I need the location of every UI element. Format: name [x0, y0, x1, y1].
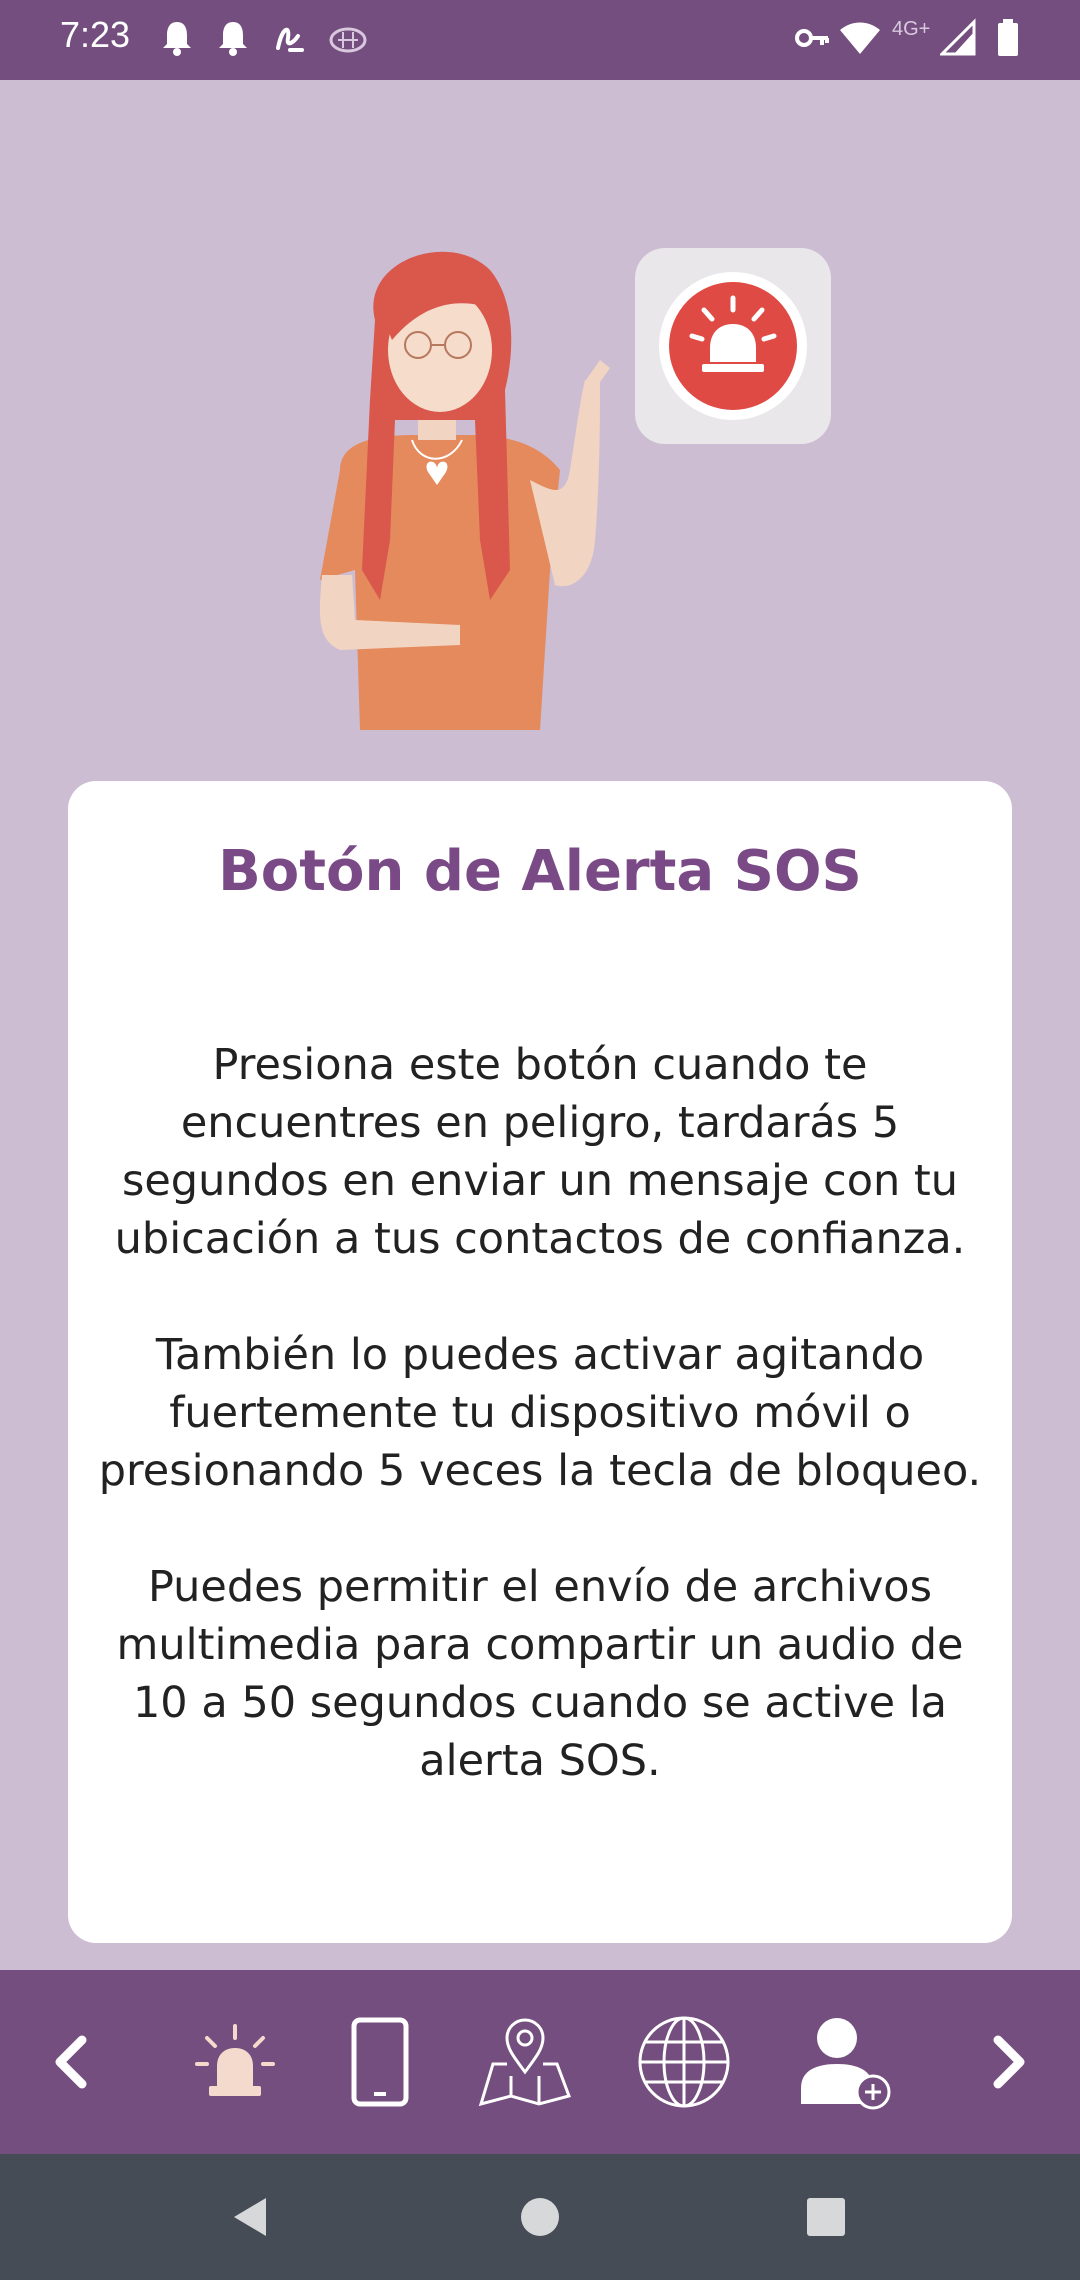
card-body: Presiona este botón cuando te encuentres… [98, 1036, 982, 1848]
recents-square-icon [807, 2198, 845, 2236]
card-title: Botón de Alerta SOS [218, 839, 862, 904]
phone-icon [351, 2017, 409, 2107]
info-card: Botón de Alerta SOS Presiona este botón … [68, 781, 1012, 1943]
back-button[interactable] [190, 2154, 310, 2280]
card-paragraph: También lo puedes activar agitando fuert… [98, 1330, 982, 1496]
home-button[interactable] [480, 2154, 600, 2280]
nav-device[interactable] [330, 1970, 430, 2154]
next-button[interactable] [970, 1970, 1050, 2154]
bell-icon [216, 18, 250, 62]
bottom-nav [0, 1970, 1080, 2154]
card-paragraph: Presiona este botón cuando te encuentres… [114, 1040, 966, 1264]
nav-add-contact[interactable] [790, 1970, 900, 2154]
previous-button[interactable] [30, 1970, 110, 2154]
card-paragraph: Puedes permitir el envío de archivos mul… [116, 1562, 964, 1786]
map-pin-icon [478, 2018, 571, 2107]
network-type-label: 4G+ [892, 18, 931, 40]
system-nav-bar [0, 2154, 1080, 2280]
signature-icon [272, 18, 308, 62]
recents-button[interactable] [766, 2154, 886, 2280]
chevron-right-icon [993, 2035, 1025, 2089]
nav-location[interactable] [475, 1970, 575, 2154]
back-triangle-icon [234, 2198, 266, 2236]
status-time: 7:23 [60, 14, 131, 55]
sos-app-icon [635, 248, 831, 444]
home-circle-icon [521, 2198, 559, 2236]
battery-icon [996, 18, 1020, 62]
signal-icon [938, 18, 976, 62]
key-icon [794, 18, 832, 62]
nav-sos-alert[interactable] [185, 1970, 285, 2154]
add-contact-icon [801, 2018, 891, 2110]
globe-icon [638, 2016, 730, 2108]
nav-web[interactable] [634, 1970, 734, 2154]
wifi-icon [838, 18, 882, 62]
sos-illustration [300, 240, 860, 730]
chevron-left-icon [55, 2035, 87, 2089]
status-bar: 7:23 4G+ [0, 0, 1080, 80]
alarm-siren-icon [195, 2024, 275, 2096]
brain-icon [328, 18, 368, 62]
woman-illustration [319, 251, 610, 730]
bell-icon [160, 18, 194, 62]
